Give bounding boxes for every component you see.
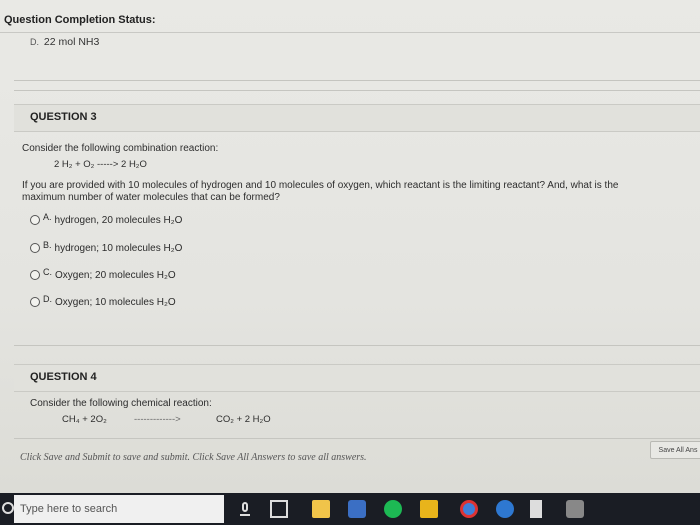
completion-status-title: Question Completion Status: (4, 14, 156, 26)
option-d[interactable]: D. Oxygen; 10 molecules H₂O (30, 294, 176, 310)
app-icon[interactable] (530, 500, 542, 518)
option-d-radio[interactable] (30, 297, 40, 307)
question-4-prompt: Consider the following chemical reaction… (30, 398, 212, 409)
store-icon[interactable] (348, 500, 366, 518)
quiz-page: Question Completion Status: D. 22 mol NH… (0, 0, 700, 493)
start-icon[interactable] (2, 502, 14, 514)
microphone-icon[interactable] (236, 500, 254, 518)
browser-icon[interactable] (496, 500, 514, 518)
question-3-text-line-2: maximum number of water molecules that c… (22, 192, 280, 203)
divider (14, 90, 700, 91)
question-3-text-line-1: If you are provided with 10 molecules of… (22, 180, 619, 191)
divider (14, 438, 700, 439)
taskbar-search-input[interactable]: Type here to search (14, 495, 224, 523)
save-all-answers-button[interactable]: Save All Ans (650, 441, 700, 459)
option-d-letter: D. (43, 294, 52, 304)
question-4-header: QUESTION 4 (14, 364, 700, 392)
task-view-icon[interactable] (270, 500, 288, 518)
taskbar-search-placeholder: Type here to search (20, 503, 118, 515)
option-d-text: Oxygen; 10 molecules H₂O (55, 296, 176, 308)
option-b-radio[interactable] (30, 243, 40, 253)
option-c-letter: C. (43, 267, 52, 277)
file-explorer-icon[interactable] (312, 500, 330, 518)
shopping-bag-icon[interactable] (420, 500, 438, 518)
option-a-letter: A. (43, 212, 52, 222)
question-4-equation-right: CO₂ + 2 H₂O (216, 414, 271, 425)
spotify-icon[interactable] (384, 500, 402, 518)
divider (14, 80, 700, 81)
question-4-equation-left: CH₄ + 2O₂ (62, 414, 107, 425)
question-3-prompt: Consider the following combination react… (22, 143, 219, 154)
option-c-text: Oxygen; 20 molecules H₂O (55, 269, 176, 281)
option-b-text: hydrogen; 10 molecules H₂O (54, 242, 183, 254)
divider (14, 345, 700, 346)
question-3-header: QUESTION 3 (14, 104, 700, 132)
option-a-text: hydrogen, 20 molecules H₂O (54, 214, 183, 226)
taskbar: Type here to search (0, 493, 700, 525)
option-b-letter: B. (43, 240, 52, 250)
option-c-radio[interactable] (30, 270, 40, 280)
save-instructions: Click Save and Submit to save and submit… (20, 452, 367, 463)
completion-status-bar: Question Completion Status: (0, 8, 700, 33)
question-4-title: QUESTION 4 (30, 371, 97, 383)
option-b[interactable]: B. hydrogen; 10 molecules H₂O (30, 240, 182, 256)
previous-answer-marker: D. (30, 37, 39, 47)
previous-answer-text: 22 mol NH3 (43, 36, 100, 48)
question-3-equation: 2 H₂ + O₂ -----> 2 H₂O (54, 159, 147, 170)
previous-answer: D. 22 mol NH3 (30, 36, 99, 48)
question-4-equation-arrow: -------------> (134, 414, 181, 425)
chrome-icon[interactable] (460, 500, 478, 518)
app-icon[interactable] (566, 500, 584, 518)
option-c[interactable]: C. Oxygen; 20 molecules H₂O (30, 267, 176, 283)
question-3-title: QUESTION 3 (30, 111, 97, 123)
option-a-radio[interactable] (30, 215, 40, 225)
option-a[interactable]: A. hydrogen, 20 molecules H₂O (30, 212, 182, 228)
